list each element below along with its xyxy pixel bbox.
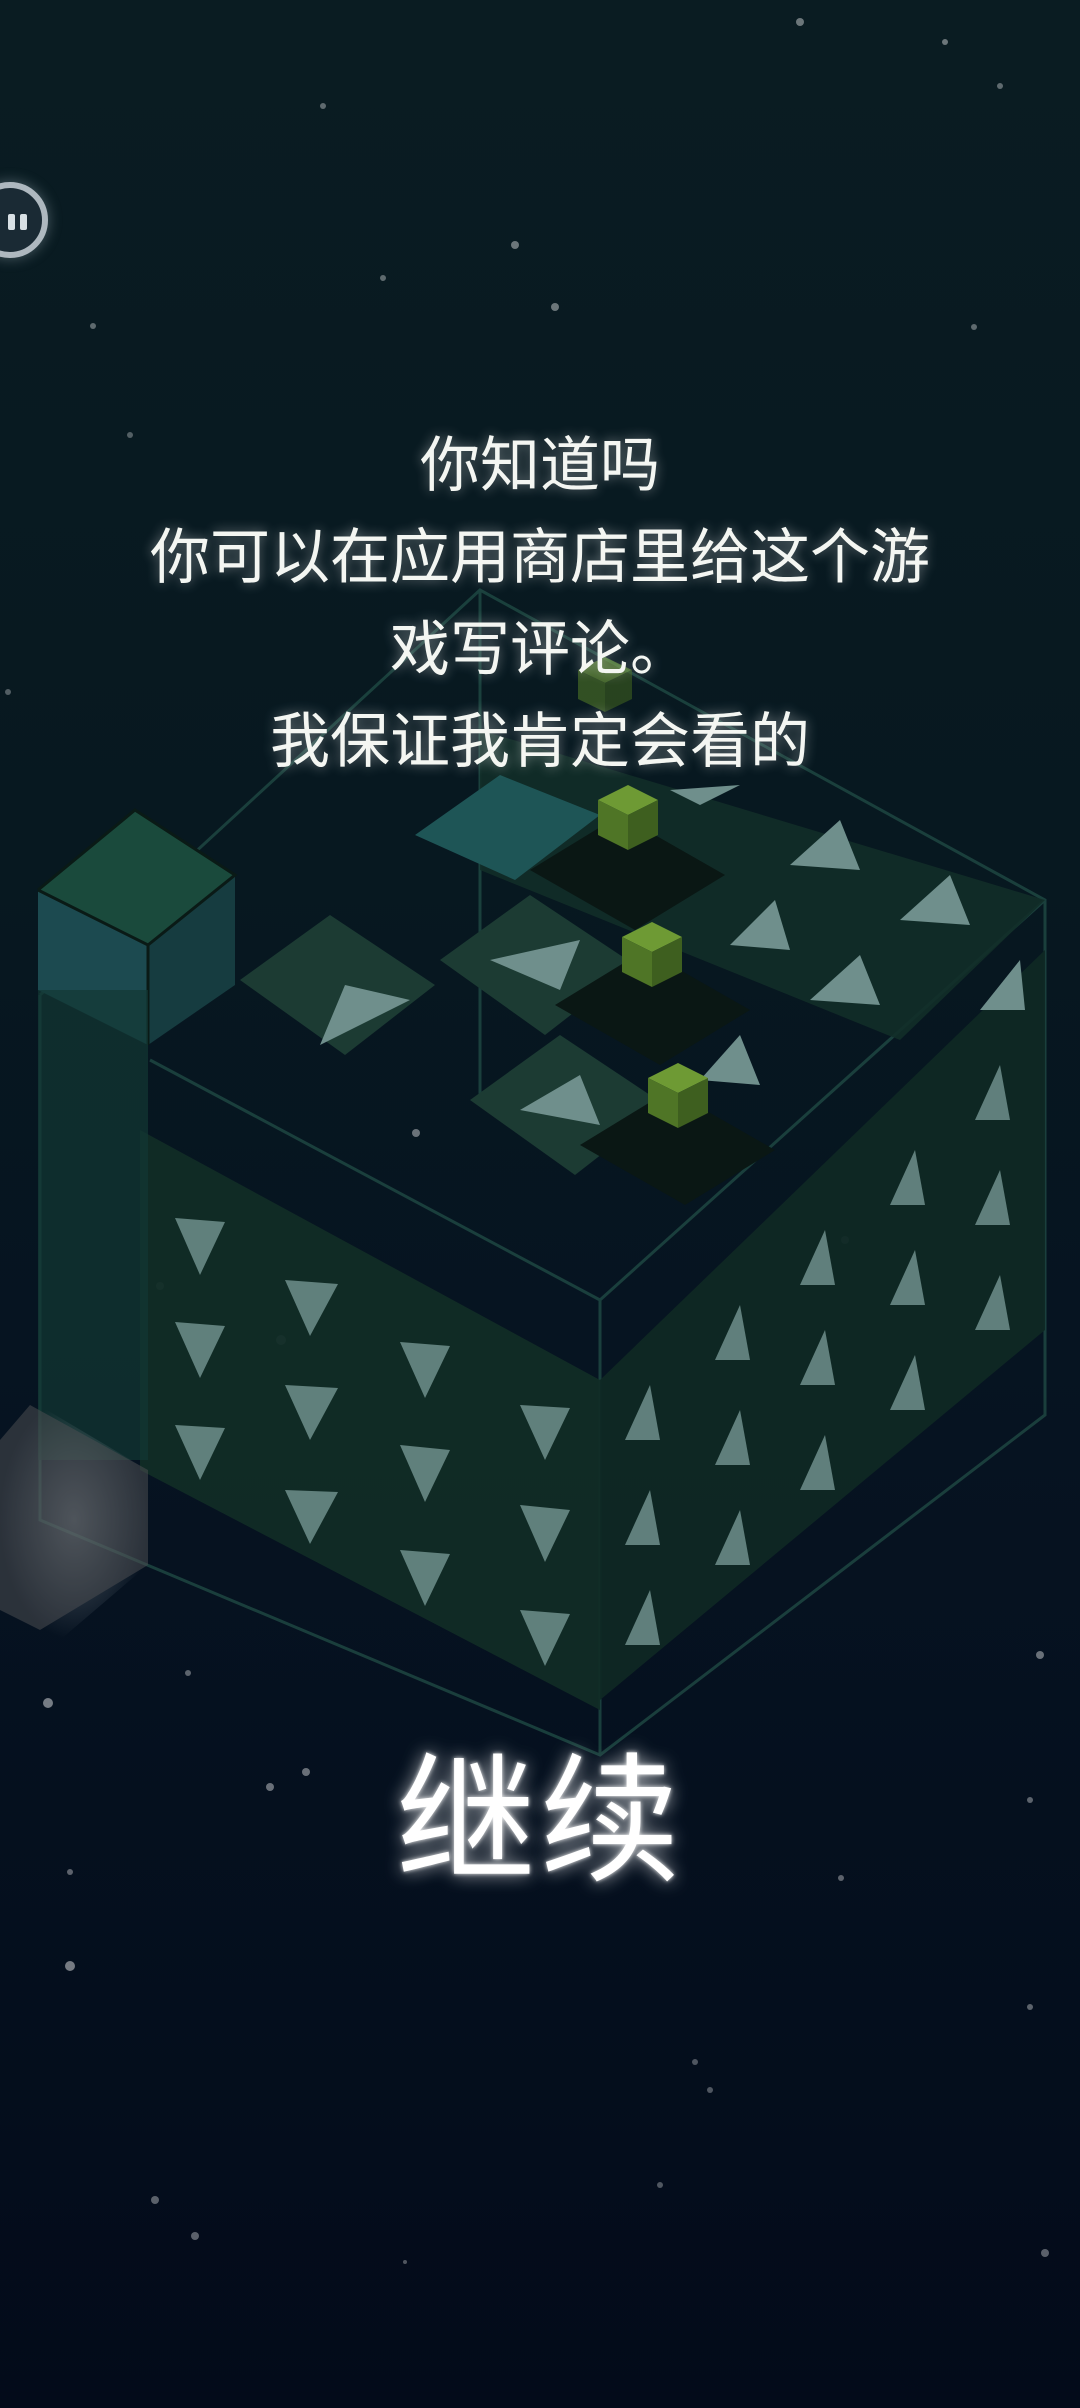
tip-line-3: 戏写评论。 bbox=[390, 615, 690, 685]
game-screen: 你知道吗 你可以在应用商店里给这个游 戏写评论。 我保证我肯定会看的 继续 bbox=[0, 0, 1080, 2408]
cube-left-face bbox=[140, 1130, 600, 1710]
cube-right-face bbox=[600, 950, 1045, 1700]
continue-button[interactable]: 继续 bbox=[340, 1720, 740, 1904]
pause-icon-bar bbox=[20, 214, 27, 230]
tip-line-1: 你知道吗 bbox=[420, 431, 660, 501]
pause-icon bbox=[8, 214, 15, 230]
tip-line-2: 你可以在应用商店里给这个游 bbox=[150, 523, 930, 593]
tip-line-4: 我保证我肯定会看的 bbox=[270, 707, 810, 777]
puzzle-cube-scene bbox=[0, 18, 1049, 2264]
tip-message: 你知道吗 你可以在应用商店里给这个游 戏写评论。 我保证我肯定会看的 bbox=[80, 420, 1000, 788]
